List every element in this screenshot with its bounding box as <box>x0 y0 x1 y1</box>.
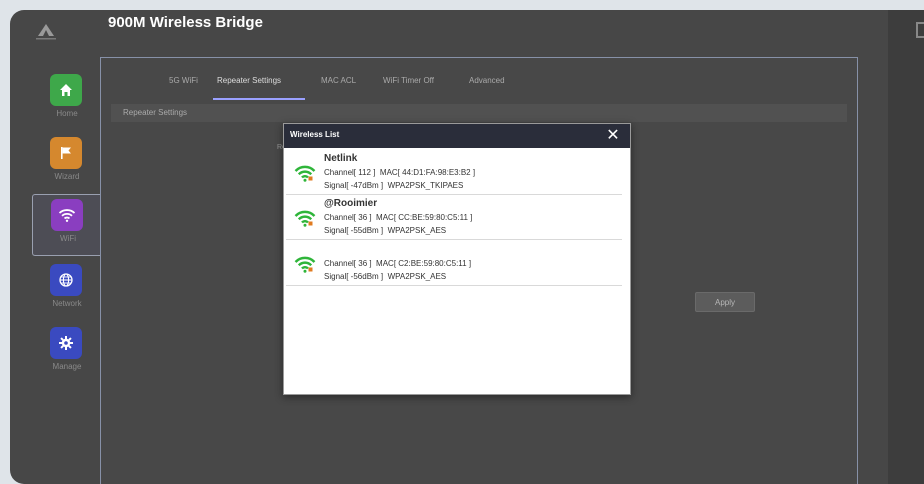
network-security: WPA2PSK_TKIPAES <box>387 181 464 190</box>
network-list-item[interactable]: @Rooimier Channel[ 36 ] MAC[ CC:BE:59:80… <box>286 195 622 240</box>
sidebar-item-label: Home <box>56 109 78 118</box>
close-button[interactable]: ✕ <box>604 126 622 146</box>
dialog-title: Wireless List <box>290 130 340 139</box>
network-channel-mac: Channel[ 36 ] MAC[ C2:BE:59:80:C5:11 ] <box>324 259 471 268</box>
dialog-header: Wireless List ✕ <box>284 124 630 148</box>
wifi-icon <box>51 199 83 231</box>
network-ssid: @Rooimier <box>324 198 378 209</box>
right-edge-strip <box>888 10 924 484</box>
network-signal: Signal[ -47dBm ] <box>324 181 384 190</box>
gear-icon <box>50 327 82 359</box>
network-signal-security: Signal[ -47dBm ] WPA2PSK_TKIPAES <box>324 181 463 190</box>
sidebar-item-label: Network <box>52 299 82 308</box>
network-ssid: Netlink <box>324 153 358 164</box>
network-signal: Signal[ -55dBm ] <box>324 226 384 235</box>
section-title: Repeater Settings <box>123 108 188 117</box>
tab-5g-wifi[interactable]: 5G WiFi <box>169 76 198 85</box>
network-channel: Channel[ 36 ] <box>324 259 372 268</box>
sidebar-item-wizard[interactable]: Wizard <box>32 133 102 193</box>
sidebar-item-label: Manage <box>52 362 82 371</box>
tab-mac-acl[interactable]: MAC ACL <box>321 76 356 85</box>
network-list-item[interactable]: Netlink Channel[ 112 ] MAC[ 44:D1:FA:98:… <box>286 150 622 195</box>
tab-repeater-settings[interactable]: Repeater Settings <box>217 76 281 85</box>
active-tab-indicator <box>213 98 305 100</box>
wifi-signal-icon <box>294 210 316 227</box>
app-title: 900M Wireless Bridge <box>108 14 263 31</box>
home-icon <box>50 74 82 106</box>
network-mac: MAC[ 44:D1:FA:98:E3:B2 ] <box>379 168 476 177</box>
section-header: Repeater Settings <box>111 104 847 122</box>
sidebar-item-home[interactable]: Home <box>32 70 102 130</box>
brand-logo-icon <box>36 24 56 40</box>
network-security: WPA2PSK_AES <box>387 226 447 235</box>
wireless-list-dialog: Wireless List ✕ Netlink Channel[ 112 ] M… <box>283 123 631 395</box>
sidebar-item-label: Wizard <box>54 172 80 181</box>
apply-button[interactable]: Apply <box>695 292 755 312</box>
network-signal: Signal[ -56dBm ] <box>324 272 384 281</box>
tab-wifi-timer-off[interactable]: WiFi Timer Off <box>383 76 434 85</box>
network-channel: Channel[ 112 ] <box>324 168 376 177</box>
window-corner-icon <box>916 22 924 38</box>
network-mac: MAC[ CC:BE:59:80:C5:11 ] <box>376 213 473 222</box>
wifi-signal-icon <box>294 165 316 182</box>
wifi-signal-icon <box>294 256 316 273</box>
sidebar-item-network[interactable]: Network <box>32 260 102 320</box>
network-channel-mac: Channel[ 112 ] MAC[ 44:D1:FA:98:E3:B2 ] <box>324 168 475 177</box>
sidebar-item-label: WiFi <box>60 234 76 243</box>
network-channel: Channel[ 36 ] <box>324 213 372 222</box>
network-signal-security: Signal[ -56dBm ] WPA2PSK_AES <box>324 272 446 281</box>
network-list-item[interactable]: Channel[ 36 ] MAC[ C2:BE:59:80:C5:11 ] S… <box>286 241 622 286</box>
network-security: WPA2PSK_AES <box>387 272 447 281</box>
network-mac: MAC[ C2:BE:59:80:C5:11 ] <box>376 259 472 268</box>
flag-icon <box>50 137 82 169</box>
network-channel-mac: Channel[ 36 ] MAC[ CC:BE:59:80:C5:11 ] <box>324 213 472 222</box>
sidebar-item-wifi[interactable]: WiFi <box>32 194 103 256</box>
tab-advanced[interactable]: Advanced <box>469 76 505 85</box>
globe-icon <box>50 264 82 296</box>
network-signal-security: Signal[ -55dBm ] WPA2PSK_AES <box>324 226 446 235</box>
sidebar-item-manage[interactable]: Manage <box>32 323 102 383</box>
